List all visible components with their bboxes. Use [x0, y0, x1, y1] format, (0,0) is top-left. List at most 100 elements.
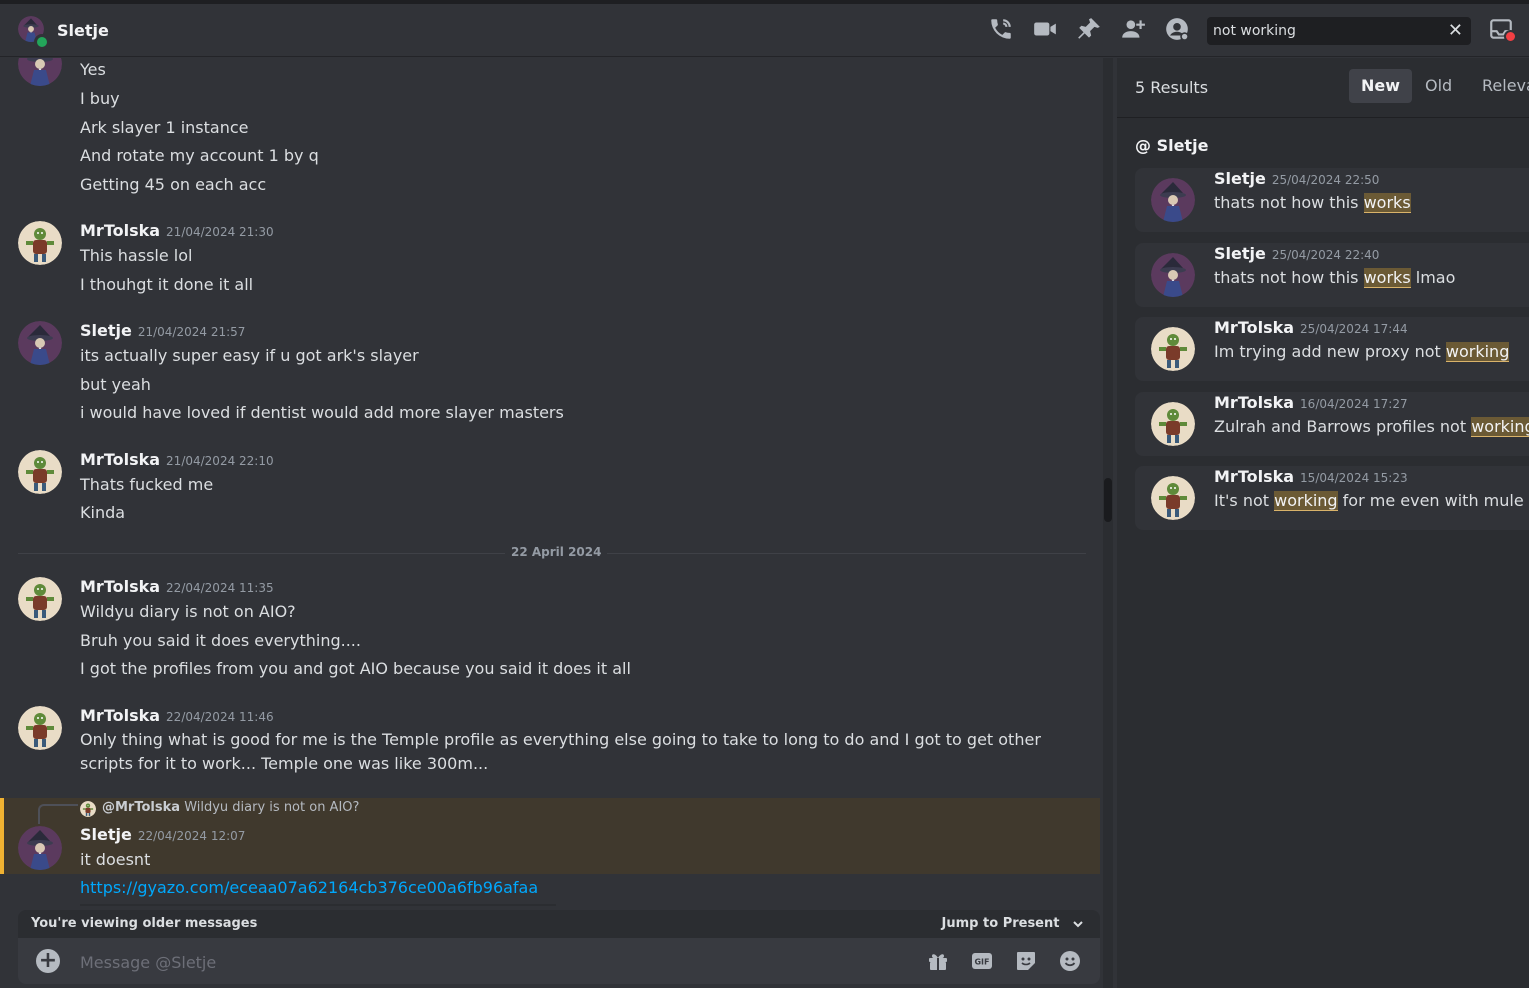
result-text-before: It's not [1214, 491, 1275, 510]
avatar[interactable] [18, 450, 62, 494]
result-author[interactable]: MrTolska [1214, 393, 1294, 412]
phone-call-icon[interactable] [988, 16, 1016, 44]
pin-icon[interactable] [1076, 16, 1104, 44]
result-text-before: thats not how this [1214, 268, 1364, 287]
avatar[interactable] [18, 826, 62, 870]
sticker-icon[interactable] [1014, 949, 1040, 975]
result-text-before: Im trying add new proxy not [1214, 342, 1446, 361]
message-text: Ark slayer 1 instance [80, 118, 249, 137]
avatar[interactable] [1151, 402, 1195, 446]
search-match-highlight: working [1471, 417, 1529, 437]
result-timestamp: 25/04/2024 17:44 [1300, 322, 1408, 336]
message-header: MrTolska 22/04/2024 11:35 [80, 577, 274, 596]
clear-search-icon[interactable]: ✕ [1448, 22, 1463, 40]
message-link[interactable]: https://gyazo.com/eceaa07a62164cb376ce00… [80, 878, 538, 897]
result-author[interactable]: MrTolska [1214, 467, 1294, 486]
message-text: I buy [80, 89, 120, 108]
message-list[interactable]: Yes I buy Ark slayer 1 instance And rota… [0, 58, 1100, 910]
result-header: MrTolska 25/04/2024 17:44 [1214, 318, 1408, 337]
search-result[interactable]: Sletje 25/04/2024 22:40 thats not how thi… [1135, 243, 1529, 307]
user-profile-icon[interactable] [1164, 16, 1192, 44]
avatar[interactable] [1151, 178, 1195, 222]
results-count: 5 Results [1135, 78, 1209, 97]
message-author[interactable]: MrTolska [80, 450, 160, 469]
avatar[interactable] [18, 706, 62, 750]
inbox-icon[interactable] [1488, 16, 1517, 44]
message-input[interactable] [78, 946, 902, 978]
message-author[interactable]: MrTolska [80, 706, 160, 725]
search-result[interactable]: MrTolska 25/04/2024 17:44 Im trying add n… [1135, 317, 1529, 381]
message-text: but yeah [80, 375, 151, 394]
add-attachment-button[interactable]: + [36, 949, 60, 973]
search-input[interactable] [1207, 17, 1449, 45]
jump-to-present-button[interactable]: Jump to Present [942, 916, 1084, 931]
result-header: MrTolska 16/04/2024 17:27 [1214, 393, 1408, 412]
svg-text:GIF: GIF [974, 958, 989, 967]
avatar[interactable] [18, 577, 62, 621]
message-timestamp: 22/04/2024 11:35 [166, 581, 274, 595]
reply-connector [38, 804, 78, 824]
search-result[interactable]: MrTolska 15/04/2024 15:23 It's not workin… [1135, 466, 1529, 530]
older-messages-bar: You're viewing older messages Jump to Pr… [18, 910, 1100, 938]
message-text: I got the profiles from you and got AIO … [80, 659, 631, 678]
message-text: Bruh you said it does everything.... [80, 631, 361, 650]
message-text: Wildyu diary is not on AIO? [80, 602, 296, 621]
tab-new[interactable]: New [1349, 69, 1413, 103]
result-text: thats not how this works lmao [1214, 268, 1455, 288]
online-status-icon [34, 34, 50, 50]
avatar[interactable] [18, 321, 62, 365]
search-result[interactable]: MrTolska 16/04/2024 17:27 Zulrah and Barr… [1135, 392, 1529, 456]
avatar[interactable] [1151, 253, 1195, 297]
reply-author[interactable]: @MrTolska [102, 800, 180, 815]
message-author[interactable]: Sletje [80, 321, 132, 340]
avatar[interactable] [18, 221, 62, 265]
add-friend-icon[interactable] [1120, 16, 1148, 44]
reply-text: Wildyu diary is not on AIO? [184, 800, 360, 815]
reply-preview[interactable]: @MrTolska Wildyu diary is not on AIO? [102, 800, 359, 815]
gift-icon[interactable] [926, 949, 952, 975]
message-author[interactable]: MrTolska [80, 221, 160, 240]
scrollbar-thumb[interactable] [1104, 478, 1112, 522]
search-field[interactable]: ✕ [1207, 17, 1471, 45]
message-timestamp: 21/04/2024 22:10 [166, 454, 274, 468]
older-messages-label: You're viewing older messages [31, 916, 258, 931]
chat-header: Sletje ✕ [0, 4, 1529, 57]
gif-icon[interactable]: GIF [970, 949, 996, 975]
tab-old[interactable]: Old [1413, 69, 1464, 103]
message-author[interactable]: Sletje [80, 825, 132, 844]
scrollbar-track[interactable] [1103, 58, 1113, 988]
result-author[interactable]: Sletje [1214, 244, 1266, 263]
result-author[interactable]: Sletje [1214, 169, 1266, 188]
message-composer: + GIF [18, 938, 1100, 984]
channel-name[interactable]: Sletje [57, 21, 109, 40]
avatar[interactable] [18, 58, 62, 86]
avatar[interactable] [1151, 476, 1195, 520]
message-header: MrTolska 22/04/2024 11:46 [80, 706, 274, 725]
message-text: Getting 45 on each acc [80, 175, 267, 194]
avatar[interactable] [1151, 327, 1195, 371]
message-header: Sletje 21/04/2024 21:57 [80, 321, 245, 340]
message-text: Only thing what is good for me is the Te… [80, 730, 1041, 773]
result-text-before: thats not how this [1214, 193, 1364, 212]
message-timestamp: 22/04/2024 11:46 [166, 710, 274, 724]
tab-relevant[interactable]: Relevant [1470, 69, 1529, 103]
result-text-before: Zulrah and Barrows profiles not [1214, 417, 1472, 436]
date-divider-label: 22 April 2024 [505, 545, 608, 559]
message-author[interactable]: MrTolska [80, 577, 160, 596]
message-text: And rotate my account 1 by q [80, 146, 319, 165]
reply-avatar[interactable] [80, 801, 96, 817]
result-header: MrTolska 15/04/2024 15:23 [1214, 467, 1408, 486]
result-text: It's not working for me even with mule o… [1214, 491, 1529, 511]
message-text: it doesnt [80, 850, 151, 869]
results-channel-label: @ Sletje [1135, 136, 1209, 155]
video-camera-icon[interactable] [1032, 16, 1060, 44]
result-author[interactable]: MrTolska [1214, 318, 1294, 337]
search-match-highlight: working [1274, 491, 1338, 511]
search-result[interactable]: Sletje 25/04/2024 22:50 thats not how thi… [1135, 168, 1529, 232]
message-timestamp: 21/04/2024 21:30 [166, 225, 274, 239]
search-match-highlight: works [1363, 193, 1411, 213]
result-timestamp: 16/04/2024 17:27 [1300, 397, 1408, 411]
search-match-highlight: works [1363, 268, 1411, 288]
emoji-icon[interactable] [1058, 949, 1084, 975]
result-text-after: for me even with mule on? [1342, 491, 1529, 510]
